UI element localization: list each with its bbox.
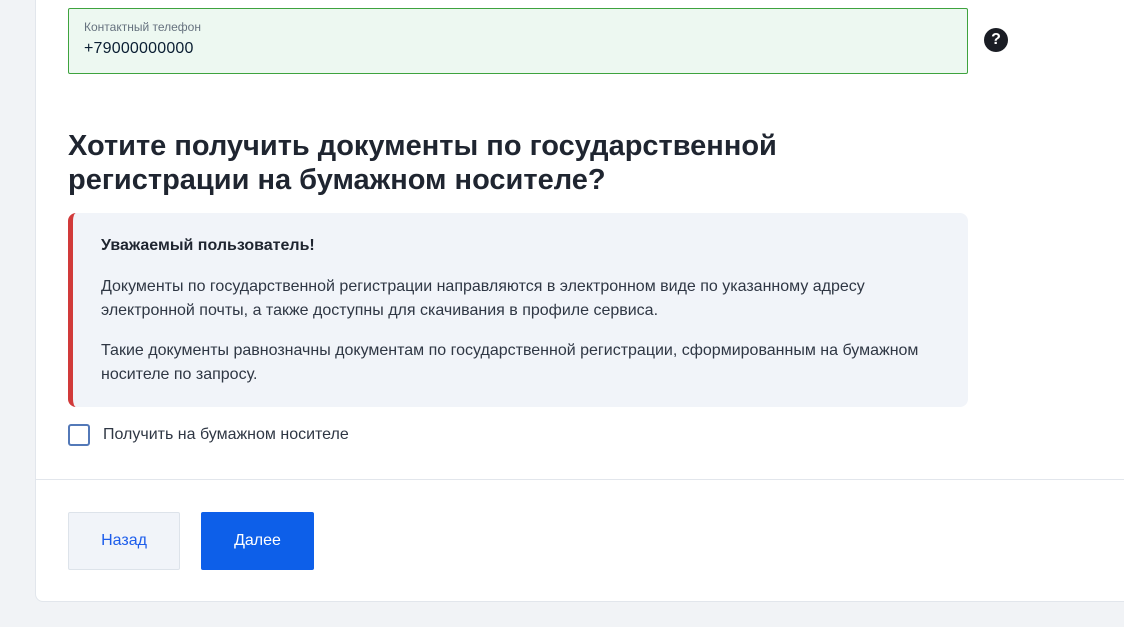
user-notice-box: Уважаемый пользователь! Документы по гос… [68, 213, 968, 407]
contact-phone-field[interactable]: Контактный телефон +79000000000 [68, 8, 968, 74]
paper-copy-checkbox-label[interactable]: Получить на бумажном носителе [103, 426, 349, 444]
help-question-icon[interactable]: ? [984, 28, 1008, 52]
notice-paragraph-2: Такие документы равнозначны документам п… [101, 342, 919, 383]
footer-divider [36, 479, 1124, 480]
notice-title: Уважаемый пользователь! [101, 237, 315, 254]
next-button[interactable]: Далее [201, 512, 314, 570]
paper-documents-question: Хотите получить документы по государстве… [68, 129, 968, 197]
contact-phone-input[interactable]: +79000000000 [84, 40, 194, 58]
paper-copy-checkbox-row[interactable]: Получить на бумажном носителе [68, 423, 349, 447]
contact-phone-label: Контактный телефон [84, 20, 201, 34]
notice-paragraph-1: Документы по государственной регистрации… [101, 278, 865, 319]
back-button[interactable]: Назад [68, 512, 180, 570]
question-line-2: регистрации на бумажном носителе? [68, 164, 606, 196]
question-line-1: Хотите получить документы по государстве… [68, 130, 777, 162]
paper-copy-checkbox[interactable] [68, 424, 90, 446]
